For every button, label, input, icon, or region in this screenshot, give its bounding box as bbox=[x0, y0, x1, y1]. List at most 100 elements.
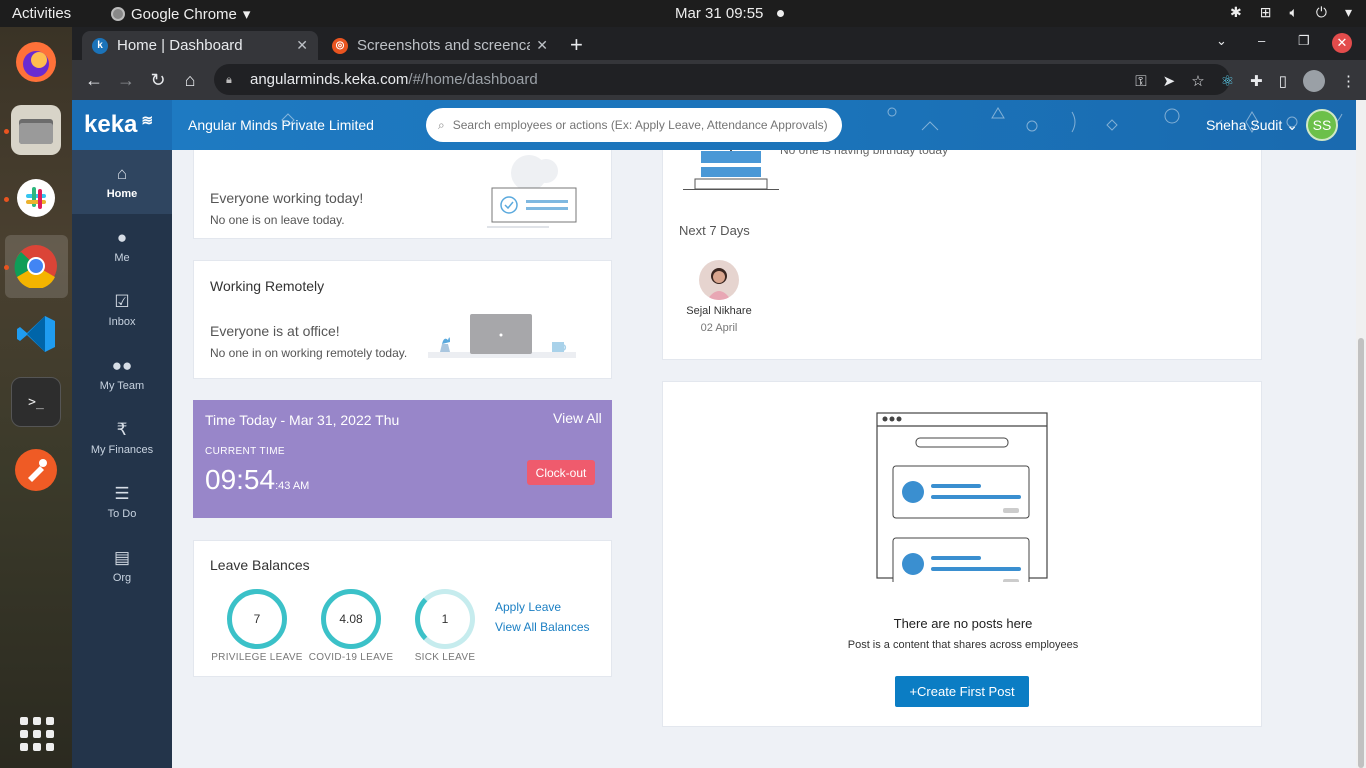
close-icon[interactable]: ✕ bbox=[536, 37, 548, 54]
activities-button[interactable]: Activities bbox=[12, 5, 71, 22]
power-icon[interactable]: ⏻ bbox=[1316, 4, 1327, 21]
slack-icon[interactable] bbox=[11, 173, 61, 223]
birthday-person-name[interactable]: Sejal Nikhare bbox=[663, 305, 775, 317]
new-tab-button[interactable]: + bbox=[570, 32, 583, 58]
privilege-leave-ring[interactable]: 7 bbox=[227, 589, 287, 649]
ubuntu-favicon-icon: ◎ bbox=[332, 37, 348, 54]
url-host: angularminds.keka.com bbox=[250, 71, 409, 88]
tab-search-icon[interactable]: ⌄ bbox=[1216, 33, 1227, 49]
birthday-person-date: 02 April bbox=[700, 322, 738, 334]
page-scrollbar[interactable] bbox=[1356, 100, 1366, 768]
sidebar-item-inbox[interactable]: ☑ Inbox bbox=[72, 278, 172, 342]
sidebar-item-home[interactable]: ⌂ Home bbox=[72, 150, 172, 214]
postman-icon[interactable] bbox=[11, 445, 61, 495]
minimize-button[interactable]: – bbox=[1258, 33, 1265, 48]
extensions-icon[interactable]: ✚ bbox=[1250, 72, 1263, 90]
no-posts-title: There are no posts here bbox=[893, 616, 1033, 631]
search-icon: ⌕ bbox=[438, 117, 445, 132]
no-posts-subtitle: Post is a content that shares across emp… bbox=[847, 639, 1079, 651]
keka-sidebar: ⌂ Home ● Me ☑ Inbox ●● My Team ₹ My Fina… bbox=[72, 150, 172, 768]
key-icon[interactable]: ⚿ bbox=[1135, 73, 1146, 90]
sidebar-item-label: My Team bbox=[99, 380, 145, 392]
address-bar[interactable]: 🔒︎ angularminds.keka.com/#/home/dashboar… bbox=[214, 64, 1230, 95]
user-name: Sneha Sudit bbox=[1206, 117, 1283, 133]
slack-tray-icon[interactable]: ✱ bbox=[1230, 4, 1242, 21]
lock-icon[interactable]: 🔒︎ bbox=[226, 74, 238, 86]
profile-avatar[interactable] bbox=[1303, 70, 1325, 92]
bookmark-star-icon[interactable]: ☆ bbox=[1191, 72, 1204, 90]
system-tray[interactable]: ✱ ⊞ 🔈︎ ⏻ ▾ bbox=[1230, 4, 1352, 21]
leave-balances-title: Leave Balances bbox=[210, 557, 310, 573]
send-icon[interactable]: ➤ bbox=[1163, 72, 1176, 90]
keka-logo-text: keka bbox=[84, 111, 138, 138]
user-menu[interactable]: Sneha Sudit ⌄ bbox=[1206, 117, 1298, 134]
company-name: Angular Minds Private Limited bbox=[188, 117, 374, 133]
close-window-button[interactable]: ✕ bbox=[1332, 33, 1352, 53]
view-all-balances-link[interactable]: View All Balances bbox=[495, 620, 590, 634]
apply-leave-link[interactable]: Apply Leave bbox=[495, 600, 561, 614]
time-card-title: Time Today - Mar 31, 2022 Thu bbox=[205, 412, 400, 428]
url-path: /#/home/dashboard bbox=[408, 71, 538, 88]
leave-illustration-icon bbox=[487, 155, 577, 228]
chrome-icon[interactable] bbox=[11, 241, 61, 291]
home-button[interactable]: ⌂ bbox=[178, 68, 202, 92]
home-icon: ⌂ bbox=[116, 164, 128, 183]
notification-dot bbox=[777, 10, 784, 17]
leave-balances-card: Leave Balances 7 PRIVILEGE LEAVE 4.08 CO… bbox=[193, 540, 612, 677]
sidebar-item-my-team[interactable]: ●● My Team bbox=[72, 342, 172, 406]
create-first-post-button[interactable]: +Create First Post bbox=[895, 676, 1029, 707]
laptop-illustration-icon bbox=[428, 314, 576, 358]
leave-status: Everyone working today! bbox=[210, 190, 364, 206]
covid-leave-ring[interactable]: 4.08 bbox=[321, 589, 381, 649]
clock-out-button[interactable]: Clock-out bbox=[527, 460, 595, 485]
tab-title: Screenshots and screencasts bbox=[357, 37, 530, 54]
menu-icon[interactable]: ⋮ bbox=[1341, 72, 1356, 90]
side-panel-icon[interactable]: ▯ bbox=[1279, 72, 1287, 90]
chrome-icon bbox=[111, 7, 125, 21]
chevron-down-icon[interactable]: ▾ bbox=[1345, 4, 1352, 21]
running-indicator bbox=[4, 265, 9, 270]
reload-button[interactable]: ↻ bbox=[146, 68, 170, 92]
firefox-icon[interactable] bbox=[11, 37, 61, 87]
forward-button[interactable]: → bbox=[114, 68, 138, 92]
maximize-button[interactable]: ❐ bbox=[1298, 33, 1310, 49]
list-icon: ☰ bbox=[114, 484, 130, 503]
close-icon[interactable]: ✕ bbox=[296, 37, 308, 54]
working-remotely-card: Working Remotely Everyone is at office! … bbox=[193, 260, 612, 379]
search-input[interactable] bbox=[452, 118, 833, 132]
show-apps-icon[interactable] bbox=[20, 717, 54, 751]
time-view-all-link[interactable]: View All bbox=[553, 410, 602, 426]
avatar[interactable]: SS bbox=[1306, 109, 1338, 141]
sidebar-item-label: To Do bbox=[107, 508, 137, 520]
app-menu[interactable]: Google Chrome ▾ bbox=[111, 5, 250, 23]
keka-favicon-icon: k bbox=[92, 37, 108, 54]
sidebar-item-to-do[interactable]: ☰ To Do bbox=[72, 470, 172, 534]
sidebar-item-org[interactable]: ▤ Org bbox=[72, 534, 172, 598]
vscode-icon[interactable] bbox=[11, 309, 61, 359]
tab-title: Home | Dashboard bbox=[117, 37, 243, 54]
network-icon[interactable]: ⊞ bbox=[1260, 4, 1272, 21]
sidebar-item-label: My Finances bbox=[90, 444, 154, 456]
sidebar-item-me[interactable]: ● Me bbox=[72, 214, 172, 278]
person-icon: ● bbox=[116, 228, 128, 247]
sick-leave-ring[interactable]: 1 bbox=[415, 589, 475, 649]
files-icon[interactable] bbox=[11, 105, 61, 155]
volume-icon[interactable]: 🔈︎ bbox=[1289, 4, 1297, 21]
keka-logo[interactable]: keka ≋ bbox=[72, 100, 172, 150]
search-box[interactable]: ⌕ bbox=[426, 108, 842, 142]
keka-header: keka ≋ Angular Minds Private Limited ⌕ S… bbox=[72, 100, 1356, 150]
react-devtools-icon[interactable]: ⚛ bbox=[1221, 72, 1234, 90]
avatar[interactable] bbox=[699, 260, 739, 300]
chrome-tab-strip: k Home | Dashboard ✕ ◎ Screenshots and s… bbox=[72, 27, 1366, 60]
current-time-main: 09:54 bbox=[205, 464, 276, 495]
terminal-icon[interactable]: >_ bbox=[11, 377, 61, 427]
sidebar-item-my-finances[interactable]: ₹ My Finances bbox=[72, 406, 172, 470]
on-leave-card: Everyone working today! No one is on lea… bbox=[193, 140, 612, 239]
scrollbar-thumb[interactable] bbox=[1358, 338, 1364, 768]
remote-status: Everyone is at office! bbox=[210, 323, 340, 339]
system-clock[interactable]: Mar 31 09:55 bbox=[675, 5, 763, 22]
tab-dashboard[interactable]: k Home | Dashboard ✕ bbox=[82, 31, 318, 60]
back-button[interactable]: ← bbox=[82, 68, 106, 92]
tab-screenshots[interactable]: ◎ Screenshots and screencasts ✕ bbox=[322, 31, 558, 60]
leave-substatus: No one is on leave today. bbox=[210, 213, 345, 227]
